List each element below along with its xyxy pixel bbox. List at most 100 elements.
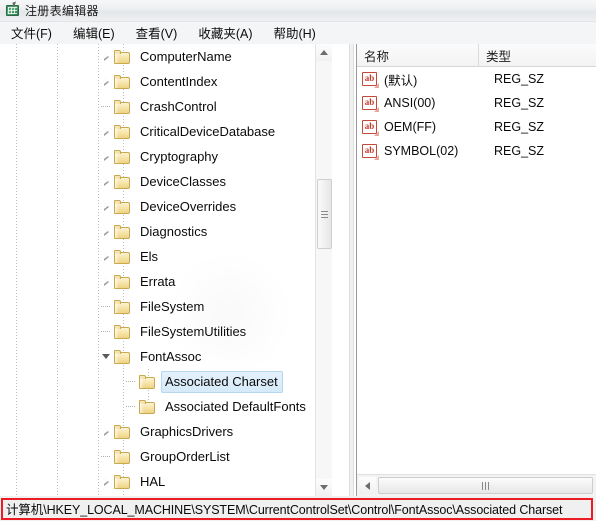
expand-arrow-icon[interactable] bbox=[98, 194, 114, 219]
tree-scroll-track[interactable] bbox=[316, 61, 332, 479]
chevron-down-icon bbox=[102, 354, 110, 359]
folder-icon bbox=[114, 249, 131, 264]
registry-editor-icon bbox=[5, 1, 20, 18]
tree-node-els[interactable]: Els bbox=[0, 244, 315, 269]
column-header-name[interactable]: 名称 bbox=[357, 44, 479, 67]
folder-icon bbox=[114, 474, 131, 489]
tree-node-filesystemutilities[interactable]: FileSystemUtilities bbox=[0, 319, 315, 344]
chevron-right-icon bbox=[103, 427, 109, 436]
folder-icon bbox=[114, 274, 131, 289]
chevron-right-icon bbox=[103, 127, 109, 136]
value-row[interactable]: ab OEM(FF) REG_SZ bbox=[357, 115, 596, 139]
expand-arrow-icon[interactable] bbox=[98, 44, 114, 69]
value-row[interactable]: ab (默认) REG_SZ bbox=[357, 67, 596, 91]
registry-editor-window: 注册表编辑器 文件(F) 编辑(E) 查看(V) 收藏夹(A) 帮助(H) Co… bbox=[0, 0, 596, 521]
tree-node-label: GraphicsDrivers bbox=[140, 423, 234, 439]
tree-node-crashcontrol[interactable]: CrashControl bbox=[0, 94, 315, 119]
tree-node-label: FileSystemUtilities bbox=[140, 323, 247, 339]
value-row[interactable]: ab SYMBOL(02) REG_SZ bbox=[357, 139, 596, 163]
values-list[interactable]: ab (默认) REG_SZ ab ANSI(00) REG_SZ ab OEM(FF) REG… bbox=[357, 67, 596, 473]
folder-icon bbox=[114, 324, 131, 339]
workspace: ComputerName ContentIndex CrashControl Crit… bbox=[0, 44, 596, 496]
expand-arrow-icon[interactable] bbox=[98, 169, 114, 194]
tree-node-label: Associated DefaultFonts bbox=[165, 398, 306, 414]
tree-node-associated-charset[interactable]: Associated Charset bbox=[0, 369, 315, 394]
tree-node-criticaldevicedatabase[interactable]: CriticalDeviceDatabase bbox=[0, 119, 315, 144]
tree-node-fontassoc[interactable]: FontAssoc bbox=[0, 344, 315, 369]
tree-node-deviceclasses[interactable]: DeviceClasses bbox=[0, 169, 315, 194]
expand-arrow-icon[interactable] bbox=[98, 119, 114, 144]
tree-scroll-down-button[interactable] bbox=[316, 479, 332, 496]
window-title: 注册表编辑器 bbox=[25, 4, 99, 18]
value-row[interactable]: ab ANSI(00) REG_SZ bbox=[357, 91, 596, 115]
triangle-down-icon bbox=[320, 485, 328, 490]
value-type: REG_SZ bbox=[494, 72, 545, 86]
tree-connector bbox=[123, 369, 139, 394]
expand-arrow-icon[interactable] bbox=[98, 269, 114, 294]
tree-node-label: FileSystem bbox=[140, 298, 205, 314]
folder-icon bbox=[139, 399, 156, 414]
chevron-right-icon bbox=[103, 152, 109, 161]
tree-node-computername[interactable]: ComputerName bbox=[0, 44, 315, 69]
folder-icon bbox=[114, 449, 131, 464]
value-name: (默认) bbox=[384, 73, 418, 88]
chevron-right-icon bbox=[103, 77, 109, 86]
grip-icon bbox=[482, 481, 489, 490]
expand-arrow-icon[interactable] bbox=[98, 419, 114, 444]
folder-icon bbox=[114, 349, 131, 364]
folder-icon bbox=[114, 224, 131, 239]
folder-icon bbox=[114, 124, 131, 139]
folder-icon bbox=[139, 374, 156, 389]
registry-tree-pane: ComputerName ContentIndex CrashControl Crit… bbox=[0, 44, 332, 496]
tree-vertical-scrollbar[interactable] bbox=[315, 44, 332, 496]
menu-edit[interactable]: 编辑(E) bbox=[71, 22, 124, 44]
expand-arrow-icon[interactable] bbox=[98, 144, 114, 169]
value-type: REG_SZ bbox=[494, 96, 545, 110]
tree-node-deviceoverrides[interactable]: DeviceOverrides bbox=[0, 194, 315, 219]
chevron-right-icon bbox=[103, 277, 109, 286]
triangle-left-icon bbox=[365, 481, 370, 490]
menu-file[interactable]: 文件(F) bbox=[9, 22, 61, 44]
triangle-up-icon bbox=[320, 50, 328, 55]
menu-view[interactable]: 查看(V) bbox=[134, 22, 187, 44]
folder-icon bbox=[114, 49, 131, 64]
registry-tree[interactable]: ComputerName ContentIndex CrashControl Crit… bbox=[0, 44, 315, 496]
values-scroll-thumb[interactable] bbox=[378, 477, 593, 494]
tree-node-hal[interactable]: HAL bbox=[0, 469, 315, 494]
tree-connector bbox=[98, 444, 114, 469]
tree-node-grouporderlist[interactable]: GroupOrderList bbox=[0, 444, 315, 469]
expand-arrow-icon[interactable] bbox=[98, 69, 114, 94]
pane-splitter[interactable] bbox=[349, 44, 354, 496]
tree-node-label: Diagnostics bbox=[140, 223, 208, 239]
expand-arrow-icon[interactable] bbox=[98, 219, 114, 244]
values-scroll-left-button[interactable] bbox=[359, 477, 376, 494]
tree-node-filesystem[interactable]: FileSystem bbox=[0, 294, 315, 319]
values-horizontal-scrollbar[interactable] bbox=[357, 474, 596, 496]
tree-node-contentindex[interactable]: ContentIndex bbox=[0, 69, 315, 94]
menu-help[interactable]: 帮助(H) bbox=[271, 22, 324, 44]
tree-connector bbox=[123, 394, 139, 419]
tree-node-errata[interactable]: Errata bbox=[0, 269, 315, 294]
value-type: REG_SZ bbox=[494, 120, 545, 134]
tree-scroll-thumb[interactable] bbox=[317, 179, 332, 249]
column-header-type[interactable]: 类型 bbox=[479, 44, 596, 67]
folder-icon bbox=[114, 174, 131, 189]
expand-arrow-icon[interactable] bbox=[98, 469, 114, 494]
value-name: SYMBOL(02) bbox=[384, 144, 459, 158]
string-value-icon: ab bbox=[362, 119, 379, 136]
tree-node-label: FontAssoc bbox=[140, 348, 202, 364]
tree-node-cryptography[interactable]: Cryptography bbox=[0, 144, 315, 169]
collapse-arrow-icon[interactable] bbox=[98, 344, 114, 369]
tree-connector bbox=[98, 294, 114, 319]
registry-values-pane: 名称 类型 ab (默认) REG_SZ ab ANSI(00) REG_SZ ab OEM(… bbox=[356, 44, 596, 496]
folder-icon bbox=[114, 149, 131, 164]
menu-favorites[interactable]: 收藏夹(A) bbox=[196, 22, 261, 44]
value-name: OEM(FF) bbox=[384, 120, 437, 134]
tree-node-associated-defaultfonts[interactable]: Associated DefaultFonts bbox=[0, 394, 315, 419]
tree-node-graphicsdrivers[interactable]: GraphicsDrivers bbox=[0, 419, 315, 444]
tree-node-label: GroupOrderList bbox=[140, 448, 230, 464]
expand-arrow-icon[interactable] bbox=[98, 244, 114, 269]
tree-scroll-up-button[interactable] bbox=[316, 44, 332, 61]
tree-node-diagnostics[interactable]: Diagnostics bbox=[0, 219, 315, 244]
tree-node-label: ComputerName bbox=[140, 48, 232, 64]
